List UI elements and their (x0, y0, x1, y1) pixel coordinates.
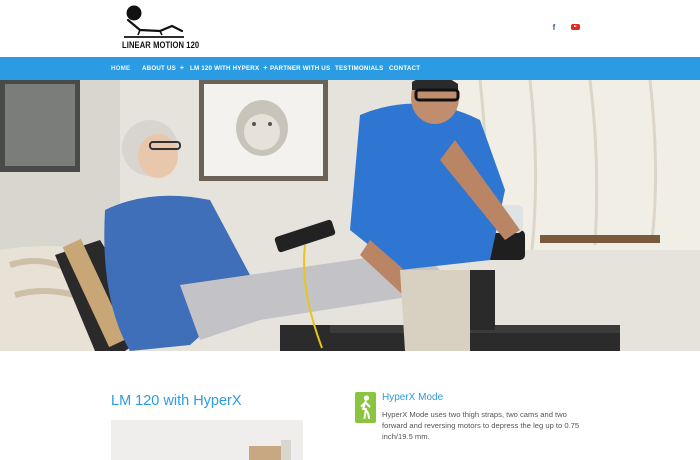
site-logo[interactable]: LINEAR MOTION 120 (120, 4, 199, 54)
nav-item-contact[interactable]: CONTACT (389, 57, 420, 80)
logo-text: LINEAR MOTION 120 (122, 39, 200, 51)
submenu-plus-icon[interactable]: + (180, 65, 184, 72)
nav-item-home[interactable]: HOME (111, 57, 130, 80)
nav-item-partner[interactable]: PARTNER WITH US (270, 57, 330, 80)
nav-item-lm120-hyperx[interactable]: LM 120 WITH HYPERX + (190, 57, 268, 80)
hero-image (0, 80, 700, 351)
main-nav: HOME ABOUT US + LM 120 WITH HYPERX + PARTN… (0, 57, 700, 80)
feature-description: HyperX Mode uses two thigh straps, two c… (382, 410, 580, 441)
product-preview-image (111, 420, 303, 460)
nav-item-about-us[interactable]: ABOUT US + (142, 57, 184, 80)
section-title: LM 120 with HyperX (111, 393, 242, 409)
site-header: LINEAR MOTION 120 f (0, 0, 700, 57)
logo-figure-icon (124, 5, 184, 38)
facebook-icon[interactable]: f (546, 19, 562, 35)
nav-item-testimonials[interactable]: TESTIMONIALS (335, 57, 383, 80)
submenu-plus-icon[interactable]: + (263, 65, 267, 72)
feature-title: HyperX Mode (382, 392, 444, 403)
youtube-icon[interactable] (567, 19, 583, 35)
walking-person-icon (355, 392, 376, 423)
